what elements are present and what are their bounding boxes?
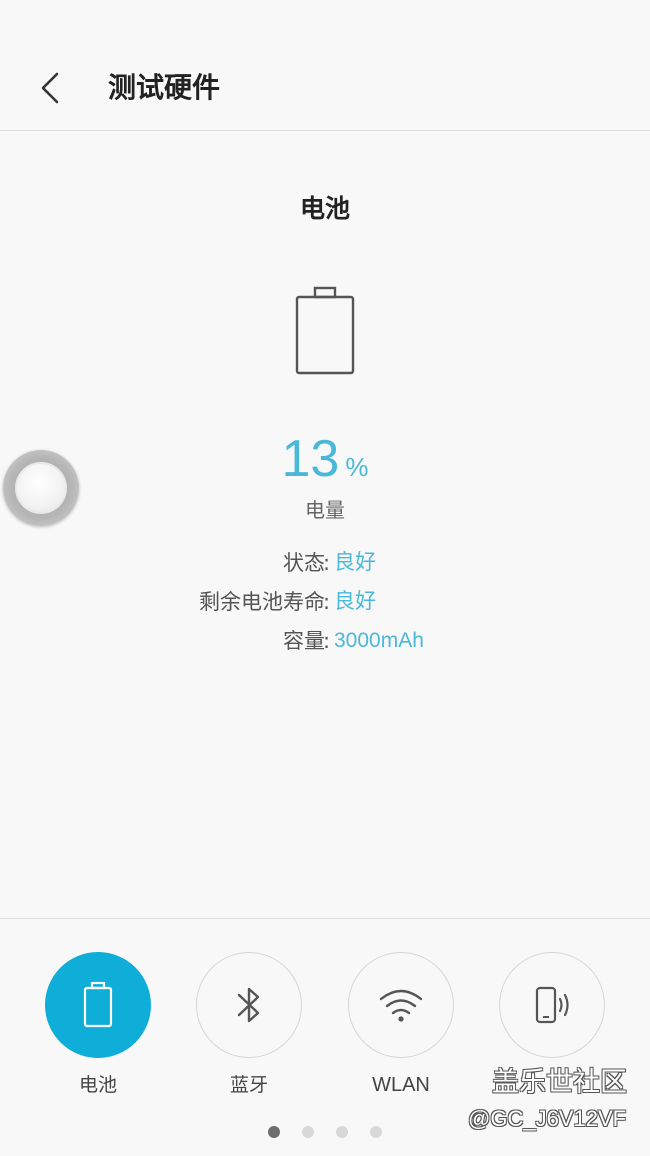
page-dot[interactable] — [370, 1126, 382, 1138]
battery-level-fill — [300, 361, 350, 370]
tab-battery[interactable] — [45, 952, 151, 1058]
info-key: 剩余电池寿命 — [199, 590, 325, 614]
tab-wlan[interactable] — [348, 952, 454, 1058]
battery-icon — [295, 286, 355, 375]
back-button[interactable] — [26, 62, 74, 114]
battery-level-value: 13 — [281, 430, 340, 488]
info-row-capacity: 容量 : 3000mAh — [0, 626, 650, 656]
tab-wlan-label: WLAN — [372, 1074, 430, 1096]
page-dot[interactable] — [336, 1126, 348, 1138]
info-value: 良好 — [334, 551, 376, 574]
info-value: 3000mAh — [334, 629, 424, 652]
info-separator: : — [323, 629, 331, 653]
info-key: 状态 — [283, 551, 325, 575]
info-key: 容量 — [283, 629, 325, 653]
tab-battery-label: 电池 — [78, 1074, 117, 1096]
floating-assist-button-core — [15, 462, 67, 514]
wifi-icon — [379, 989, 423, 1022]
tab-bluetooth-label: 蓝牙 — [229, 1074, 268, 1096]
phone-vibrate-icon — [535, 986, 569, 1024]
info-separator: : — [323, 590, 331, 614]
bluetooth-icon — [237, 987, 260, 1023]
tab-vibration[interactable] — [499, 952, 605, 1058]
battery-icon — [83, 981, 113, 1028]
tab-bluetooth[interactable] — [196, 952, 302, 1058]
page-dot[interactable] — [302, 1126, 314, 1138]
page-dot-active[interactable] — [268, 1126, 280, 1138]
floating-assist-button[interactable] — [3, 450, 79, 526]
battery-level-unit: % — [345, 452, 369, 482]
section-title: 电池 — [299, 194, 350, 223]
watermark-user: @GC_J6V12VF — [468, 1106, 627, 1131]
info-row-status: 状态 : 良好 — [0, 548, 650, 578]
battery-percentage: 13% — [0, 426, 650, 504]
info-row-battery-life: 剩余电池寿命 : 良好 — [0, 587, 650, 617]
battery-level-label: 电量 — [305, 498, 345, 522]
info-value: 良好 — [334, 590, 376, 613]
watermark-community: 盖乐世社区 — [492, 1067, 627, 1098]
page-title: 测试硬件 — [108, 71, 221, 104]
chevron-left-icon — [41, 72, 59, 104]
info-separator: : — [323, 551, 331, 575]
app-bar: 测试硬件 — [0, 0, 650, 131]
